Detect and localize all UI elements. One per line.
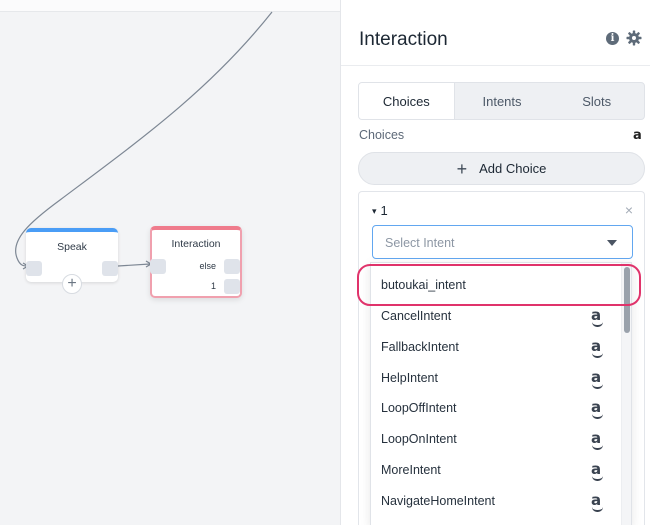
amazon-icon: a [591, 337, 604, 358]
dropdown-option[interactable]: MoreIntent a [371, 455, 621, 485]
option-label: LoopOnIntent [381, 432, 457, 446]
panel-tabs: Choices Intents Slots [358, 82, 645, 120]
choice-header[interactable]: ▾ 1 [372, 203, 388, 218]
choices-section-label: Choices [359, 128, 405, 142]
option-label: HelpIntent [381, 371, 438, 385]
chevron-down-icon [607, 240, 617, 246]
dropdown-scrollbar[interactable] [621, 263, 631, 525]
interaction-port-row: 1 [150, 279, 240, 294]
option-label: NavigateHomeIntent [381, 494, 495, 508]
dropdown-option[interactable]: LoopOffIntent a [371, 393, 621, 423]
amazon-icon: a [591, 368, 604, 389]
dropdown-option[interactable]: LoopOnIntent a [371, 424, 621, 454]
tab-choices[interactable]: Choices [359, 83, 455, 119]
info-icon[interactable]: i [606, 32, 619, 45]
option-label: FallbackIntent [381, 340, 459, 354]
panel-title: Interaction [359, 29, 448, 50]
dropdown-option[interactable]: NavigateHomeIntent a [371, 486, 621, 516]
choice-number: 1 [380, 203, 388, 218]
scrollbar-thumb[interactable] [624, 267, 630, 333]
option-label: LoopOffIntent [381, 401, 457, 415]
dropdown-option[interactable]: FallbackIntent a [371, 332, 621, 362]
dropdown-option[interactable]: CancelIntent a [371, 301, 621, 331]
choice-1-output-port[interactable] [224, 279, 240, 294]
port-label-else: else [199, 261, 216, 271]
else-output-port[interactable] [224, 259, 240, 274]
dropdown-option[interactable]: HelpIntent a [371, 363, 621, 393]
collapse-caret-icon[interactable]: ▾ [372, 206, 377, 216]
dropdown-option[interactable]: butoukai_intent [371, 270, 621, 300]
add-choice-button[interactable]: + Add Choice [358, 152, 645, 185]
add-step-button[interactable]: + [62, 274, 82, 294]
amazon-icon: a [591, 306, 604, 327]
close-icon[interactable]: × [625, 202, 633, 218]
intent-dropdown-menu: butoukai_intent CancelIntent a FallbackI… [370, 262, 632, 525]
speak-block[interactable]: Speak + [26, 228, 118, 294]
gear-icon[interactable] [626, 30, 642, 46]
option-label: butoukai_intent [381, 278, 466, 292]
option-label: CancelIntent [381, 309, 452, 323]
speak-input-port[interactable] [26, 261, 42, 276]
tab-intents[interactable]: Intents [455, 83, 550, 119]
tab-slots[interactable]: Slots [549, 83, 644, 119]
option-label: MoreIntent [381, 463, 441, 477]
interaction-block[interactable]: Interaction else 1 [150, 226, 242, 298]
interaction-port-row: else [150, 259, 240, 274]
panel-header: Interaction i [341, 0, 650, 66]
speak-output-port[interactable] [102, 261, 118, 276]
amazon-icon: a [591, 460, 604, 481]
select-intent-dropdown[interactable]: Select Intent [372, 225, 633, 259]
amazon-icon: a [633, 128, 642, 143]
plus-icon: + [456, 158, 468, 179]
select-intent-placeholder: Select Intent [385, 236, 455, 250]
canvas-top-strip [0, 0, 340, 12]
amazon-icon: a [591, 429, 604, 450]
amazon-icon: a [591, 398, 604, 419]
amazon-icon: a [591, 491, 604, 512]
interaction-block-title: Interaction [171, 238, 221, 250]
speak-block-title: Speak [57, 241, 87, 253]
port-label-1: 1 [210, 281, 216, 291]
add-choice-label: Add Choice [479, 161, 547, 176]
